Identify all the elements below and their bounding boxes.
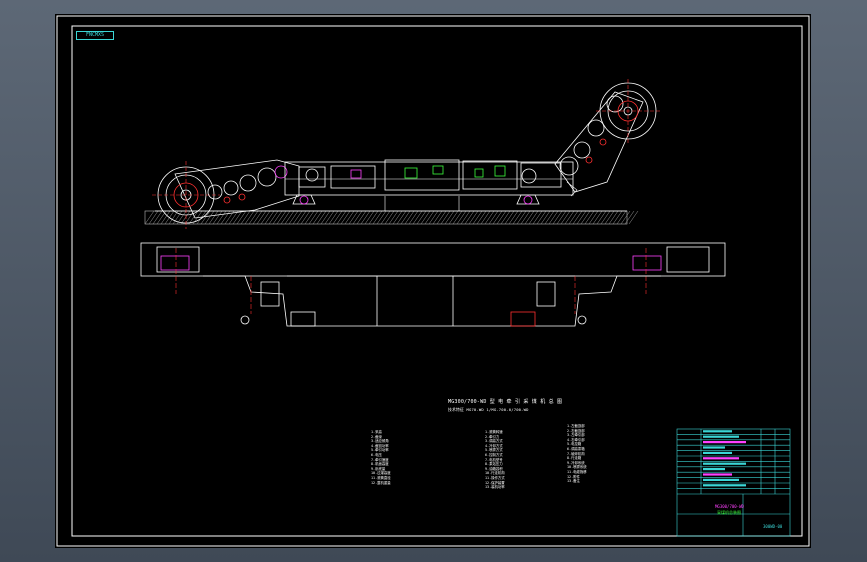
- plan-outline-top: [140, 242, 726, 277]
- note-line: 12.整机重量: [371, 480, 391, 485]
- drawing-sheet: FNCMXS MG300/700-WD 型 电 牵 引 采 煤 机 总 图 技术…: [55, 14, 811, 548]
- title-block-cell-mark: [703, 478, 739, 481]
- note-line: 1.滚筒转速: [485, 430, 503, 434]
- note-line: 13.装机功率: [485, 485, 505, 490]
- cad-drawing: [56, 15, 810, 547]
- title-block-cell-mark: [703, 435, 739, 438]
- title-block: [676, 428, 791, 537]
- plan-view: [140, 242, 726, 327]
- title-block-drawing-number: 300WD-00: [763, 524, 783, 529]
- note-line: 1.左截割部: [567, 424, 585, 428]
- floor-hatch: [144, 210, 639, 225]
- note-line: 13.备注: [567, 479, 580, 484]
- title-block-cell-mark: [703, 473, 732, 476]
- note-line: 11.操作方式: [485, 475, 505, 480]
- note-line: 6.控制方式: [485, 452, 503, 457]
- title-block-drawing-name: MG300/700-WD: [715, 504, 744, 509]
- title-block-cell-mark: [703, 446, 725, 449]
- title-block-cell-mark: [703, 441, 746, 444]
- drawing-stamp: FNCMXS: [76, 31, 114, 40]
- title-block-cell-mark: [703, 468, 725, 471]
- note-line: 11.电缆拖移: [567, 469, 587, 474]
- title-block-cell-mark: [703, 451, 732, 454]
- sliding-shoes: [292, 194, 540, 205]
- side-elevation-view: [144, 79, 660, 229]
- notes-right-column: 1.左截割部 2.右截割部 3.左牵引部 4.右牵引部 5.电控箱 6.调高泵箱…: [567, 424, 587, 484]
- notes-subtitle: 技术特征 MG70-WD 1/MG-700-0/700-WD: [448, 407, 529, 412]
- note-line: 11.滚筒直径: [371, 475, 391, 480]
- note-line: 6.调高泵箱: [567, 446, 585, 451]
- title-block-cell-mark: [703, 462, 746, 465]
- notes-middle-column: 1.滚筒转速 2.牵引力 3.调高方式 4.冷却方式 5.喷雾方式 6.控制方式…: [485, 430, 505, 490]
- title-block-cell-mark: [703, 484, 746, 487]
- notes-left-column: 1.采高 2.截深 3.适应倾角 4.截割功率 5.牵引功率 6.电压 7.牵引…: [371, 430, 391, 485]
- notes-title: MG300/700-WD 型 电 牵 引 采 煤 机 总 图: [448, 399, 563, 405]
- inner-frame: [71, 25, 803, 537]
- right-ranging-arm: [554, 79, 660, 197]
- title-block-cell-mark: [703, 457, 739, 460]
- title-block-subtitle: 采煤机总装图: [717, 510, 741, 515]
- title-block-cell-mark: [703, 430, 732, 433]
